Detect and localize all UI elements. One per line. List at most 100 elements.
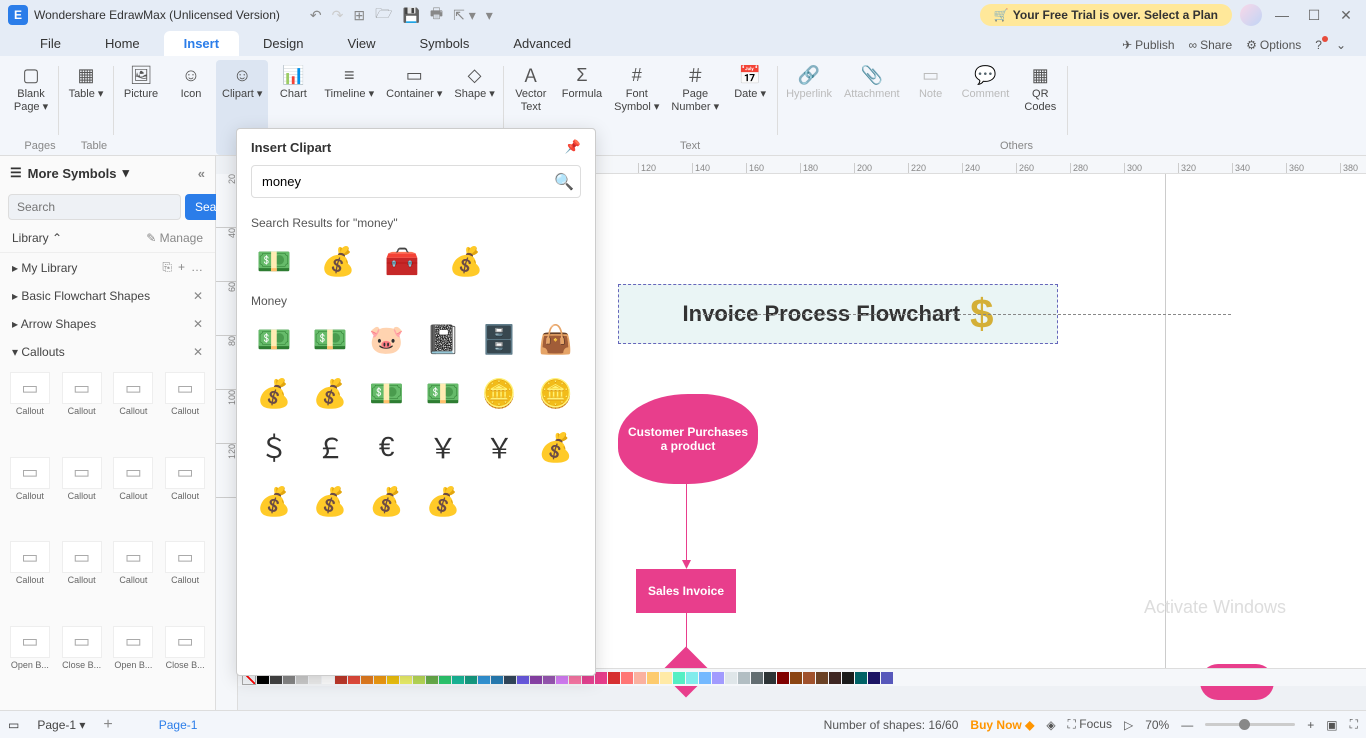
- canvas-page-tab[interactable]: Page-1: [149, 714, 208, 736]
- color-swatch[interactable]: [842, 672, 854, 684]
- clipart-item[interactable]: ￥: [420, 424, 466, 470]
- library-label[interactable]: Library ⌃: [12, 231, 62, 245]
- menu-advanced[interactable]: Advanced: [493, 31, 591, 56]
- callout-shape[interactable]: ▭Callout: [6, 541, 54, 622]
- ribbon-icon[interactable]: ☺Icon: [166, 60, 216, 155]
- callout-shape[interactable]: ▭Callout: [58, 457, 106, 538]
- callout-shape[interactable]: ▭Open B...: [110, 626, 158, 707]
- color-swatch[interactable]: [855, 672, 867, 684]
- clipart-item[interactable]: 💰: [533, 424, 579, 470]
- clipart-item[interactable]: €: [364, 424, 410, 470]
- open-icon[interactable]: 🗁: [375, 3, 392, 27]
- color-swatch[interactable]: [738, 672, 750, 684]
- zoom-level[interactable]: 70%: [1145, 718, 1169, 732]
- ribbon-picture[interactable]: 🖼Picture: [116, 60, 166, 155]
- trial-banner[interactable]: 🛒 Your Free Trial is over. Select a Plan: [980, 4, 1232, 26]
- manage-button[interactable]: ✎ Manage: [146, 231, 203, 245]
- clipart-item[interactable]: 💰: [307, 478, 353, 524]
- clipart-result[interactable]: 💰: [315, 238, 361, 284]
- layers-icon[interactable]: ◈: [1046, 718, 1055, 732]
- clipart-item[interactable]: 💰: [251, 370, 297, 416]
- zoom-out-button[interactable]: —: [1181, 718, 1193, 732]
- ribbon-blank-page[interactable]: ▢BlankPage ▾: [6, 60, 56, 155]
- library-section-arrow-shapes[interactable]: ▸ Arrow Shapes✕: [0, 310, 215, 338]
- callout-shape[interactable]: ▭Callout: [58, 372, 106, 453]
- clipart-item[interactable]: 🗄️: [476, 316, 522, 362]
- help-icon[interactable]: ?: [1315, 38, 1322, 52]
- callout-shape[interactable]: ▭Callout: [58, 541, 106, 622]
- focus-button[interactable]: ⛶ Focus: [1068, 717, 1112, 732]
- options-button[interactable]: ⚙ Options: [1246, 38, 1301, 52]
- undo-icon[interactable]: ↶: [310, 7, 322, 24]
- ribbon-table[interactable]: ▦Table ▾: [61, 60, 111, 155]
- print-icon[interactable]: 🖶: [430, 3, 443, 27]
- callout-shape[interactable]: ▭Callout: [110, 541, 158, 622]
- menu-view[interactable]: View: [328, 31, 396, 56]
- color-swatch[interactable]: [751, 672, 763, 684]
- color-swatch[interactable]: [790, 672, 802, 684]
- callout-shape[interactable]: ▭Close B...: [161, 626, 209, 707]
- callout-shape[interactable]: ▭Callout: [110, 372, 158, 453]
- callout-shape[interactable]: ▭Open B...: [6, 626, 54, 707]
- share-button[interactable]: ∞ Share: [1189, 38, 1233, 52]
- save-icon[interactable]: 💾: [402, 7, 419, 24]
- color-swatch[interactable]: [764, 672, 776, 684]
- symbol-search-input[interactable]: [8, 194, 181, 220]
- minimize-button[interactable]: —: [1270, 7, 1294, 23]
- clipart-item[interactable]: 🪙: [476, 370, 522, 416]
- clipart-item[interactable]: 💰: [251, 478, 297, 524]
- menu-design[interactable]: Design: [243, 31, 323, 56]
- color-swatch[interactable]: [816, 672, 828, 684]
- clipart-item[interactable]: 💰: [420, 478, 466, 524]
- clipart-item[interactable]: 👜: [533, 316, 579, 362]
- clipart-item[interactable]: 🐷: [364, 316, 410, 362]
- fit-page-icon[interactable]: ▣: [1326, 718, 1337, 732]
- clipart-item[interactable]: 💰: [364, 478, 410, 524]
- fullscreen-icon[interactable]: ⛶: [1350, 717, 1358, 732]
- clipart-result[interactable]: 💵: [251, 238, 297, 284]
- ribbon-page-number[interactable]: ＃PageNumber ▾: [665, 60, 725, 155]
- clipart-item[interactable]: 💵: [364, 370, 410, 416]
- library-section-callouts[interactable]: ▾ Callouts✕: [0, 338, 215, 366]
- color-swatch[interactable]: [777, 672, 789, 684]
- color-swatch[interactable]: [868, 672, 880, 684]
- presentation-icon[interactable]: ▷: [1124, 718, 1133, 732]
- color-swatch[interactable]: [608, 672, 620, 684]
- callout-shape[interactable]: ▭Callout: [110, 457, 158, 538]
- collapse-ribbon-icon[interactable]: ⌄: [1336, 38, 1346, 52]
- buy-now-button[interactable]: Buy Now ◆: [970, 718, 1034, 732]
- process-node[interactable]: Sales Invoice: [636, 569, 736, 613]
- zoom-slider[interactable]: [1205, 723, 1295, 726]
- redo-icon[interactable]: ↷: [332, 7, 344, 24]
- callout-shape[interactable]: ▭Callout: [6, 457, 54, 538]
- callout-shape[interactable]: ▭Callout: [161, 372, 209, 453]
- ribbon-qr-codes[interactable]: ▦QRCodes: [1015, 60, 1065, 155]
- color-swatch[interactable]: [634, 672, 646, 684]
- clipart-item[interactable]: 🪙: [533, 370, 579, 416]
- callout-shape[interactable]: ▭Close B...: [58, 626, 106, 707]
- close-button[interactable]: ✕: [1334, 7, 1358, 24]
- menu-symbols[interactable]: Symbols: [399, 31, 489, 56]
- color-swatch[interactable]: [803, 672, 815, 684]
- ribbon-font-symbol[interactable]: #FontSymbol ▾: [608, 60, 665, 155]
- color-swatch[interactable]: [712, 672, 724, 684]
- add-page-button[interactable]: +: [103, 716, 112, 734]
- clipart-item[interactable]: 💵: [307, 316, 353, 362]
- color-swatch[interactable]: [881, 672, 893, 684]
- clipart-search-input[interactable]: [258, 168, 554, 195]
- menu-home[interactable]: Home: [85, 31, 160, 56]
- more-symbols-label[interactable]: More Symbols: [28, 166, 117, 181]
- color-swatch[interactable]: [660, 672, 672, 684]
- menu-file[interactable]: File: [20, 31, 81, 56]
- clipart-item[interactable]: 💵: [251, 316, 297, 362]
- library-section-my-library[interactable]: ▸ My Library⎘+…: [0, 253, 215, 282]
- clipart-item[interactable]: 📓: [420, 316, 466, 362]
- page-tab[interactable]: Page-1 ▾: [27, 714, 95, 736]
- pin-icon[interactable]: 📌: [565, 139, 581, 155]
- color-swatch[interactable]: [699, 672, 711, 684]
- pages-icon[interactable]: ▭: [8, 718, 19, 732]
- clipart-result[interactable]: 💰: [443, 238, 489, 284]
- new-icon[interactable]: ⊞: [353, 7, 365, 24]
- zoom-in-button[interactable]: +: [1307, 718, 1314, 732]
- clipart-item[interactable]: ￡: [307, 424, 353, 470]
